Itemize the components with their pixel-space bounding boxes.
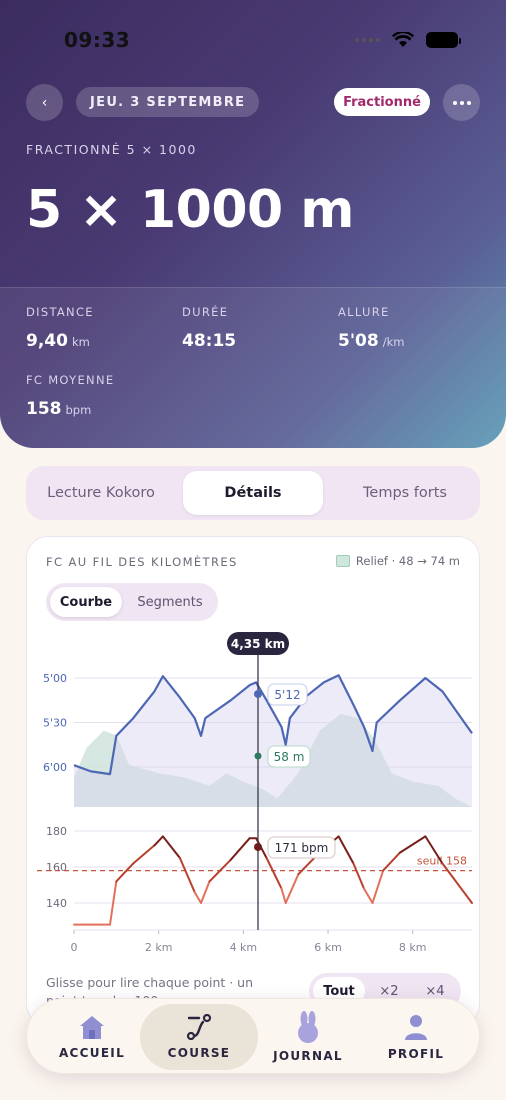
tab-temps-forts[interactable]: Temps forts [330, 471, 480, 515]
stat-value: 5'08 [338, 331, 379, 351]
tab-lecture-kokoro[interactable]: Lecture Kokoro [26, 471, 176, 515]
workout-type-badge[interactable]: Fractionné [334, 88, 430, 116]
stat-duration: DURÉE 48:15 [182, 305, 236, 351]
x-tick-label: 4 km [230, 941, 258, 954]
workout-subtitle: FRACTIONNÉ 5 × 1000 [26, 142, 197, 157]
nav-journal[interactable]: JOURNAL [249, 1004, 367, 1070]
hr-line-segment [132, 844, 156, 865]
hr-line-segment [337, 835, 355, 865]
nav-label: PROFIL [387, 1047, 445, 1061]
hr-line-segment [284, 873, 300, 904]
hr-line-segment [115, 862, 135, 883]
nav-accueil[interactable]: ACCUEIL [33, 1004, 151, 1070]
stat-label: DISTANCE [26, 305, 94, 319]
hr-line-segment [382, 851, 401, 872]
route-icon [186, 1014, 212, 1040]
page-title: 5 × 1000 m [26, 180, 354, 240]
hr-line-segment [229, 837, 251, 861]
pace-tick-label: 5'30 [43, 717, 67, 730]
x-tick-label: 2 km [145, 941, 173, 954]
stat-label: DURÉE [182, 305, 229, 319]
hr-line-segment [441, 862, 473, 904]
hr-line-segment [280, 887, 287, 904]
cursor-pace-label: 5'12 [274, 688, 300, 702]
hr-tick-label: 160 [46, 861, 67, 874]
x-tick-label: 0 [71, 941, 78, 954]
stat-pace: ALLURE 5'08/km [338, 305, 404, 351]
tab-details[interactable]: Détails [183, 471, 323, 515]
stat-unit: bpm [65, 403, 92, 417]
nav-course[interactable]: COURSE [140, 1004, 258, 1070]
x-tick-label: 8 km [399, 941, 427, 954]
cursor-elevation-dot [254, 752, 262, 760]
cursor-hr-dot [254, 843, 262, 851]
signal-icon [355, 38, 380, 42]
hr-chart[interactable]: 5'005'306'00180160140seuil 1580 2 km 4 km 6… [27, 537, 480, 967]
stat-avg-hr: FC MOYENNE 158 bpm [26, 373, 114, 419]
hr-line-segment [371, 869, 385, 904]
pace-tick-label: 5'00 [43, 672, 67, 685]
battery-icon [426, 32, 461, 48]
hr-line-segment [193, 891, 202, 904]
stat-value: 9,40 [26, 331, 68, 351]
more-options-button[interactable] [443, 84, 480, 121]
hr-line-segment [153, 835, 164, 847]
x-tick-label: 6 km [314, 941, 342, 954]
cursor-elevation-label: 58 m [274, 750, 305, 764]
more-icon [452, 100, 457, 105]
stat-distance: DISTANCE 9,40 km [26, 305, 94, 351]
cursor-hr-label: 171 bpm [275, 841, 329, 855]
stat-label: ALLURE [338, 305, 390, 319]
status-icons [355, 32, 461, 48]
hr-line-segment [200, 880, 211, 904]
nav-profil[interactable]: PROFIL [357, 1004, 475, 1070]
date-pill[interactable]: JEU. 3 SEPTEMBRE [76, 87, 260, 117]
hr-tick-label: 180 [46, 825, 67, 838]
cursor-km-label: 4,35 km [231, 637, 285, 651]
hr-line-segment [178, 857, 196, 894]
back-button[interactable]: ‹ [26, 84, 63, 121]
stat-unit: /km [382, 335, 405, 349]
rabbit-icon [298, 1011, 318, 1043]
nav-label: ACCUEIL [58, 1046, 126, 1060]
home-icon [80, 1016, 104, 1039]
cursor-pace-dot [254, 690, 262, 698]
hr-line-segment [363, 887, 374, 904]
chevron-left-icon: ‹ [41, 94, 48, 111]
hr-line-segment [399, 835, 427, 854]
status-time: 09:33 [64, 28, 131, 52]
stat-value: 48:15 [182, 331, 237, 351]
hr-chart-card: FC AU FIL DES KILOMÈTRES Relief · 48 → 7… [26, 536, 480, 1026]
pace-tick-label: 6'00 [43, 761, 67, 774]
hr-tick-label: 140 [46, 897, 67, 910]
bottom-nav: ACCUEIL COURSE JOURNAL PROFIL [26, 998, 480, 1074]
stat-label: FC MOYENNE [26, 373, 115, 387]
nav-label: JOURNAL [273, 1049, 343, 1063]
profile-icon [405, 1015, 427, 1040]
detail-tabs: Lecture Kokoro Détails Temps forts [26, 466, 480, 520]
stat-unit: km [71, 335, 90, 349]
hero-header: 09:33 ‹ JEU. 3 SEPTEMBRE Fractionné FRAC… [0, 0, 506, 448]
stat-value: 158 [26, 399, 62, 419]
wifi-icon [392, 32, 414, 47]
hr-line-segment [265, 857, 283, 890]
hr-line-segment [161, 835, 181, 859]
nav-label: COURSE [167, 1046, 231, 1060]
